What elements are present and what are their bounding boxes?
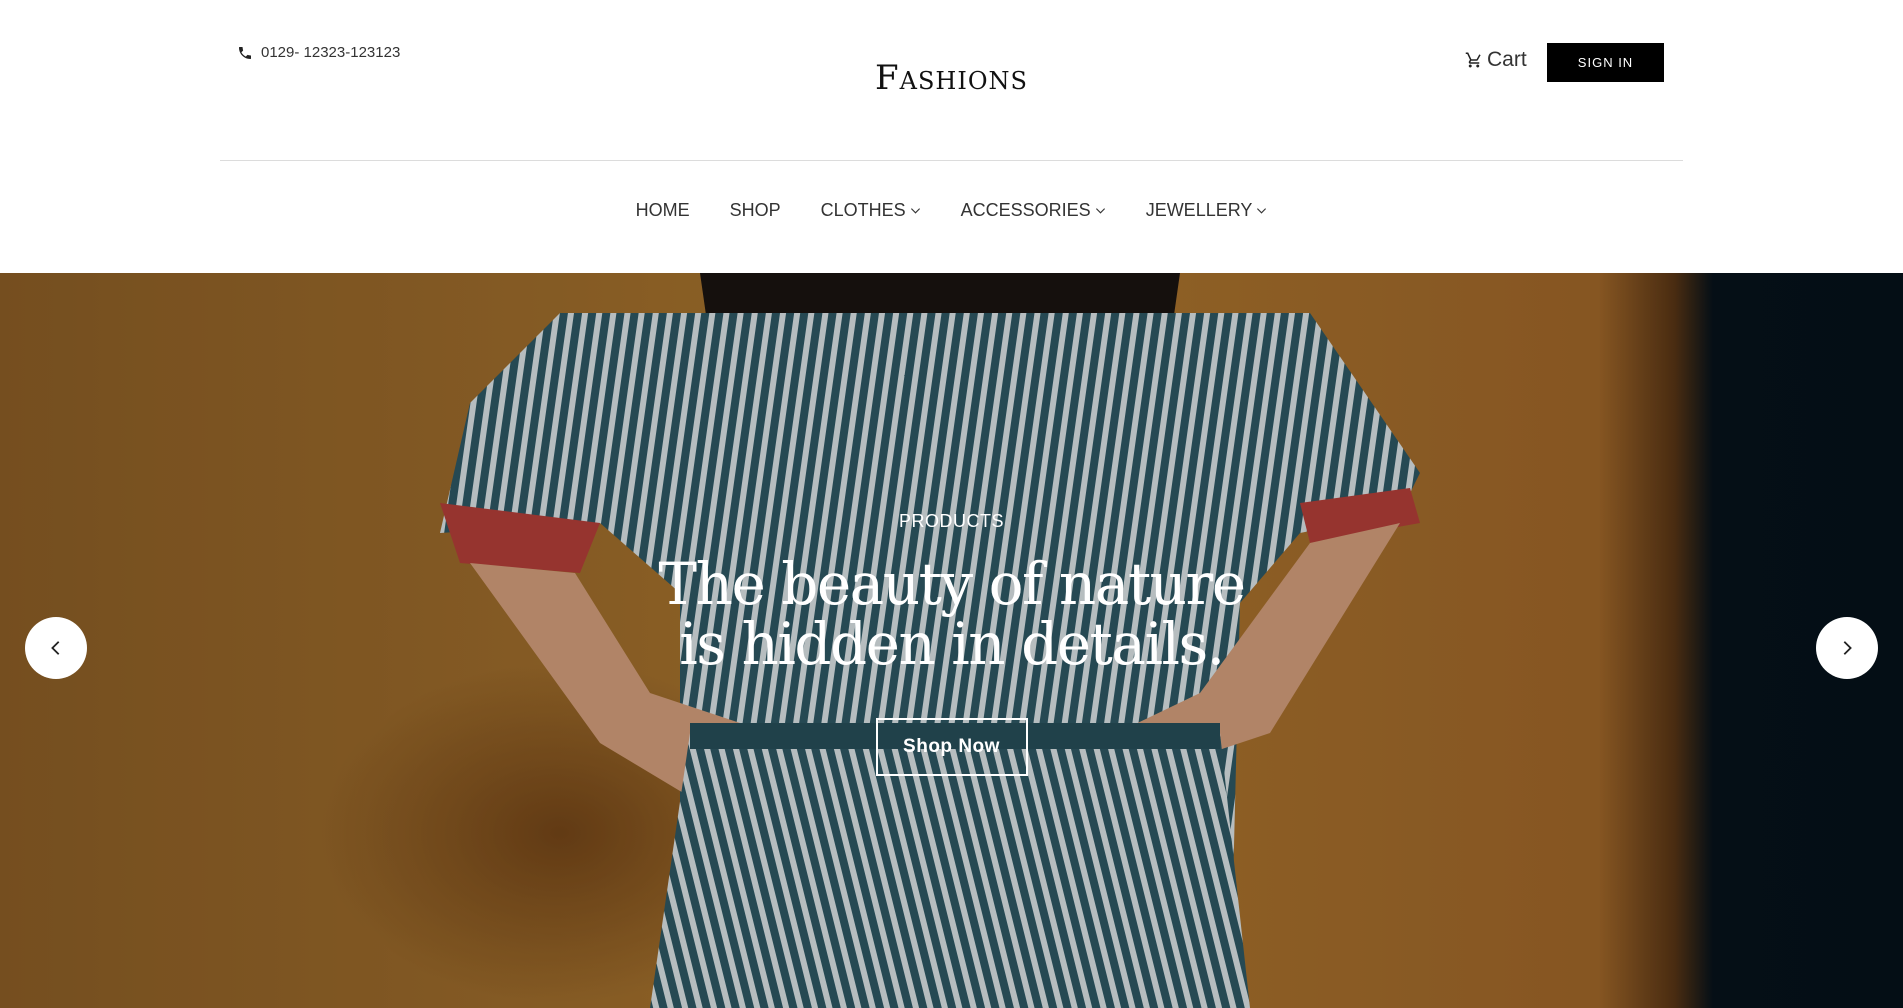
chevron-left-icon	[47, 639, 65, 657]
hero-slider: PRODUCTS The beauty of nature is hidden …	[0, 273, 1903, 1008]
nav-item-label: SHOP	[729, 200, 781, 220]
nav-item-label: JEWELLERY	[1145, 200, 1253, 220]
cart-link[interactable]: Cart	[1465, 48, 1527, 72]
chevron-down-icon	[1256, 205, 1267, 216]
site-header: 0129- 12323-123123 Fashions Cart SIGN IN	[0, 0, 1903, 160]
hero-headline-line-1: The beauty of nature	[658, 550, 1246, 618]
nav-item-home[interactable]: HOME	[636, 200, 690, 221]
cart-label: Cart	[1487, 48, 1527, 71]
hero-headline-line-2: is hidden in details.	[679, 610, 1225, 678]
slider-prev-button[interactable]	[25, 617, 87, 679]
sign-in-button[interactable]: SIGN IN	[1547, 43, 1664, 82]
slider-next-button[interactable]	[1816, 617, 1878, 679]
header-divider	[220, 160, 1683, 161]
nav-item-label: ACCESSORIES	[960, 200, 1091, 220]
nav-item-jewellery[interactable]: JEWELLERY	[1146, 200, 1268, 221]
nav-item-label: HOME	[635, 200, 690, 220]
hero-headline: The beauty of nature is hidden in detail…	[602, 554, 1302, 674]
chevron-down-icon	[1095, 205, 1106, 216]
nav-item-accessories[interactable]: ACCESSORIES	[961, 200, 1106, 221]
chevron-down-icon	[910, 205, 921, 216]
nav-item-clothes[interactable]: CLOTHES	[821, 200, 921, 221]
nav-item-shop[interactable]: SHOP	[730, 200, 781, 221]
hero-caption: PRODUCTS The beauty of nature is hidden …	[0, 511, 1903, 776]
chevron-right-icon	[1838, 639, 1856, 657]
main-nav: HOME SHOP CLOTHES ACCESSORIES JEWELLERY	[0, 200, 1903, 221]
shop-now-button[interactable]: Shop Now	[875, 718, 1028, 776]
hero-eyebrow: PRODUCTS	[898, 511, 1004, 531]
nav-item-label: CLOTHES	[820, 200, 906, 220]
cart-icon	[1465, 51, 1483, 69]
